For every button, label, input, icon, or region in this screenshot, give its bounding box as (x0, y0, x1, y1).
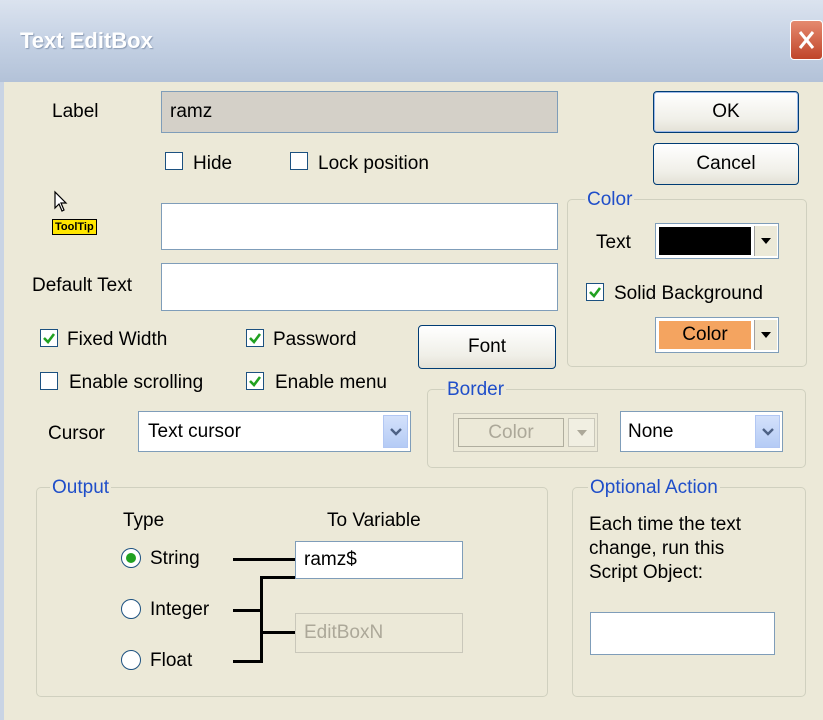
checkmark-icon (249, 376, 262, 387)
chevron-down-icon (755, 415, 780, 448)
type-string-label: String (150, 548, 200, 569)
type-string-radio[interactable] (121, 548, 141, 568)
lock-position-checkbox[interactable] (290, 152, 308, 170)
connector-line (260, 576, 295, 579)
type-integer-radio[interactable] (121, 599, 141, 619)
border-color-swatch: Color (458, 418, 564, 447)
output-group-legend: Output (50, 477, 112, 499)
optional-action-legend: Optional Action (588, 477, 720, 499)
text-color-dropdown[interactable] (655, 223, 779, 259)
optional-action-text-1: Each time the text (589, 514, 742, 535)
label-input[interactable]: ramz (161, 91, 558, 133)
close-icon (798, 31, 815, 49)
text-color-swatch (659, 227, 751, 255)
script-object-input[interactable] (590, 612, 775, 655)
window-title: Text EditBox (20, 28, 153, 53)
type-float-radio[interactable] (121, 650, 141, 670)
border-color-dropdown[interactable]: Color (453, 413, 598, 452)
optional-action-text-3: Script Object: (589, 562, 704, 583)
border-color-label: Color (488, 421, 534, 443)
default-text-label: Default Text (32, 275, 132, 296)
solid-background-label: Solid Background (614, 283, 763, 304)
checkmark-icon (43, 333, 56, 344)
type-integer-label: Integer (150, 599, 210, 620)
checkmark-icon (249, 333, 262, 344)
chevron-down-icon (568, 418, 595, 447)
cursor-value: Text cursor (148, 421, 241, 442)
enable-scrolling-checkbox[interactable] (40, 372, 58, 390)
enable-menu-checkbox[interactable] (246, 372, 264, 390)
color-group-legend: Color (585, 189, 635, 211)
background-color-swatch: Color (659, 321, 751, 349)
font-button[interactable]: Font (418, 325, 556, 369)
enable-scrolling-label: Enable scrolling (69, 372, 204, 393)
chevron-down-icon (383, 415, 408, 448)
password-label: Password (273, 329, 357, 350)
string-variable-input[interactable]: ramz$ (295, 541, 463, 579)
type-header: Type (123, 510, 165, 531)
cancel-button-label: Cancel (696, 153, 756, 174)
close-button[interactable] (790, 20, 823, 60)
cursor-dropdown[interactable]: Text cursor (138, 411, 411, 452)
label-caption: Label (52, 101, 99, 122)
font-button-label: Font (467, 336, 507, 357)
hide-checkbox[interactable] (165, 152, 183, 170)
password-checkbox[interactable] (246, 329, 264, 347)
connector-line (233, 558, 295, 561)
optional-action-text-2: change, run this (589, 538, 725, 559)
connector-line (233, 609, 261, 612)
chevron-down-icon (754, 320, 777, 350)
label-value: ramz (170, 101, 213, 122)
text-color-label: Text (596, 232, 631, 253)
pointer-icon (54, 190, 68, 212)
border-group-legend: Border (445, 379, 507, 401)
fixed-width-checkbox[interactable] (40, 329, 58, 347)
radio-selected-dot (126, 553, 136, 563)
cancel-button[interactable]: Cancel (653, 143, 799, 185)
lock-position-label: Lock position (318, 153, 429, 174)
chevron-down-icon (754, 226, 777, 256)
checkmark-icon (589, 287, 602, 298)
cursor-label: Cursor (48, 423, 106, 444)
numeric-variable-input[interactable]: EditBoxN (295, 613, 463, 653)
string-variable-value: ramz$ (304, 549, 357, 570)
tooltip-badge: ToolTip (52, 219, 97, 235)
enable-menu-label: Enable menu (275, 372, 387, 393)
border-style-value: None (628, 421, 674, 442)
connector-line (260, 576, 263, 663)
ok-button-label: OK (712, 101, 740, 122)
to-variable-header: To Variable (327, 510, 421, 531)
output-group (36, 487, 548, 697)
hide-label: Hide (193, 153, 233, 174)
ok-button[interactable]: OK (653, 91, 799, 133)
connector-line (260, 631, 295, 634)
tooltip-input[interactable] (161, 203, 558, 250)
type-float-label: Float (150, 650, 193, 671)
fixed-width-label: Fixed Width (67, 329, 168, 350)
background-color-label: Color (682, 324, 728, 345)
numeric-variable-value: EditBoxN (304, 622, 384, 643)
background-color-dropdown[interactable]: Color (655, 317, 779, 353)
solid-background-checkbox[interactable] (586, 283, 604, 301)
window-frame (0, 82, 4, 720)
connector-line (233, 660, 261, 663)
default-text-input[interactable] (161, 263, 558, 311)
border-style-dropdown[interactable]: None (620, 411, 783, 452)
